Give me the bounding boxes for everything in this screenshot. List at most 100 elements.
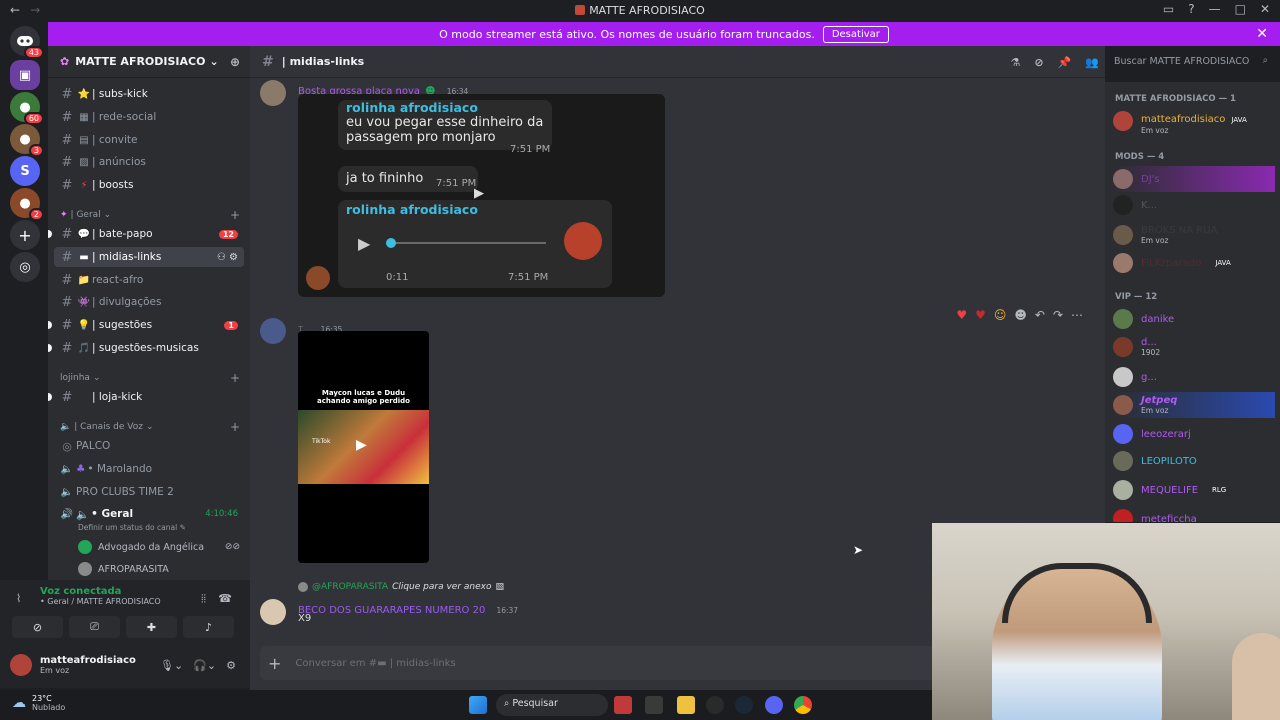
member-item[interactable]: BROKS NA RUA Em voz (1113, 222, 1275, 248)
channel-settings-icon[interactable]: ⚇ ⚙ (217, 252, 238, 263)
task-view-icon[interactable] (645, 696, 663, 714)
play-icon[interactable]: ▶ (474, 186, 484, 201)
channel-loja-kick[interactable]: # | loja-kick (48, 387, 244, 407)
gear-icon[interactable]: ⚙ (226, 659, 236, 672)
channel-subs-kick[interactable]: # ⭐ | subs-kick (54, 84, 244, 104)
close-window-icon[interactable]: ✕ (1260, 2, 1270, 16)
search-input[interactable]: Buscar MATTE AFRODISIACO ⌕ (1108, 52, 1274, 72)
add-server-icon[interactable]: + (10, 220, 40, 250)
current-user[interactable]: matteafrodisiaco Em voz 🎙⌄ 🎧⌄ ⚙ (10, 650, 240, 680)
video-attachment[interactable]: Maycon lucas e Dudu achando amigo perdid… (298, 331, 429, 563)
voice-user[interactable]: AFROPARASITA (78, 562, 240, 576)
voice-channel-marolando[interactable]: 🔈 ♣ • Marolando (54, 459, 244, 479)
inbox-icon[interactable]: ▭ (1163, 2, 1174, 16)
voice-channel-palco[interactable]: ◎ PALCO (54, 436, 244, 456)
message-composer[interactable]: + Conversar em #▬ | midias-links (260, 646, 940, 680)
close-banner-icon[interactable]: ✕ (1256, 26, 1268, 42)
server-header[interactable]: ✿ MATTE AFRODISIACO ⌄ ⊕ (48, 46, 250, 78)
message-avatar[interactable] (260, 318, 286, 344)
message-author[interactable]: BECO DOS GUARARAPES NUMERO 20 (298, 605, 485, 616)
channel-boosts[interactable]: # ⚡ | boosts (54, 175, 244, 195)
member-item[interactable]: g... (1113, 364, 1275, 390)
steam-icon[interactable] (735, 696, 753, 714)
channel-status-hint[interactable]: Definir um status do canal ✎ (78, 523, 186, 532)
heart-reaction-icon[interactable]: ♥ (956, 308, 967, 322)
member-item[interactable]: K... (1113, 192, 1275, 218)
taskbar-search[interactable]: ⌕ Pesquisar (496, 694, 608, 716)
laugh-reaction-icon[interactable]: ☺ (994, 308, 1007, 322)
member-item[interactable]: meteficcha (1113, 506, 1275, 522)
member-item[interactable]: DJ's (1113, 166, 1275, 192)
category-geral[interactable]: ✦ | Geral ⌄ + (60, 208, 240, 222)
member-item[interactable]: MEQUELIFE RLG (1113, 477, 1275, 503)
voice-channel-pro-clubs[interactable]: 🔈 PRO CLUBS TIME 2 (54, 482, 244, 502)
voice-channel-geral[interactable]: 🔊 🔈 • Geral 4:10:46 (54, 504, 244, 524)
member-item[interactable]: d... 1902 (1113, 334, 1275, 360)
attach-plus-icon[interactable]: + (268, 654, 281, 673)
windows-start-icon[interactable] (469, 696, 487, 714)
message-avatar[interactable] (260, 80, 286, 106)
add-reaction-icon[interactable]: ☻ (1014, 308, 1027, 322)
members-icon[interactable]: 👥 (1085, 56, 1099, 69)
maximize-icon[interactable]: □ (1235, 2, 1246, 16)
channel-react-afro[interactable]: # 📁 react-afro (54, 270, 244, 290)
threads-icon[interactable]: ⚗ (1011, 56, 1021, 69)
channel-sugestoes[interactable]: # 💡 | sugestões 1 (48, 315, 244, 335)
voice-user[interactable]: Advogado da Angélica ⊘⊘ (78, 540, 240, 554)
soundboard-button[interactable]: ♪ (183, 616, 234, 638)
category-voz[interactable]: 🔈 | Canais de Voz ⌄ + (60, 420, 240, 434)
disable-streamer-button[interactable]: Desativar (822, 25, 889, 43)
server-avatar-3[interactable]: ● 3 (10, 124, 44, 157)
more-options-icon[interactable]: ⋯ (1071, 308, 1083, 322)
help-icon[interactable]: ? (1188, 2, 1194, 16)
channel-divulgacoes[interactable]: # 👾 | divulgações (54, 292, 244, 312)
channel-midias-links[interactable]: # ▬ | midias-links ⚇ ⚙ (54, 247, 244, 267)
server-avatar-s[interactable]: S (10, 156, 40, 186)
chrome-icon[interactable] (794, 696, 812, 714)
add-channel-icon[interactable]: + (230, 420, 240, 434)
category-lojinha[interactable]: lojinha ⌄ + (60, 371, 240, 385)
activities-button[interactable]: ✚ (126, 616, 177, 638)
server-avatar-5[interactable]: ● 2 (10, 188, 44, 221)
add-channel-icon[interactable]: + (230, 208, 240, 222)
member-item[interactable]: LEOPILOTO (1113, 448, 1275, 474)
member-item[interactable]: matteafrodisiaco JAVA Em voz (1113, 108, 1275, 135)
server-avatar-2[interactable]: ● 60 (10, 92, 44, 125)
explore-icon[interactable]: ◎ (10, 252, 40, 282)
channel-rede-social[interactable]: # ▦ | rede-social (54, 107, 244, 127)
add-member-icon[interactable]: ⊕ (230, 55, 240, 69)
channel-sugestoes-musicas[interactable]: # 🎵 | sugestões-musicas (48, 338, 244, 358)
audio-play-icon[interactable]: ▶ (358, 234, 370, 253)
member-item[interactable]: danike (1113, 306, 1275, 332)
camera-button[interactable]: ⊘ (12, 616, 63, 638)
direct-messages-icon[interactable]: 43 (10, 26, 44, 59)
play-icon[interactable]: ▶ (356, 437, 367, 453)
minimize-icon[interactable]: — (1209, 2, 1221, 16)
microphone-icon[interactable]: 🎙⌄ (160, 659, 183, 672)
member-item[interactable]: leeozerarj (1113, 421, 1275, 447)
disconnect-icon[interactable]: ☎ (218, 592, 232, 605)
signal-icon[interactable]: ⌇ (16, 592, 21, 605)
server-avatar-matte[interactable]: ▣ (10, 60, 40, 90)
message-avatar[interactable] (260, 599, 286, 625)
screen-share-button[interactable]: ⎚ (69, 616, 120, 638)
member-item[interactable]: FiLKzparado JAVA (1113, 250, 1275, 276)
mute-icon[interactable]: ⊘ (1034, 56, 1043, 69)
channel-convite[interactable]: # ▤ | convite (54, 130, 244, 150)
weather-widget[interactable]: ☁ 23°C Nublado (12, 694, 65, 712)
add-channel-icon[interactable]: + (230, 371, 240, 385)
file-explorer-icon[interactable] (677, 696, 695, 714)
discord-icon[interactable] (765, 696, 783, 714)
reply-reference[interactable]: @AFROPARASITA Clique para ver anexo ▧ (298, 582, 504, 592)
channel-bate-papo[interactable]: # 💬 | bate-papo 12 (48, 224, 244, 244)
headphones-icon[interactable]: 🎧⌄ (193, 659, 216, 672)
member-item[interactable]: Jetpeq Em voz (1113, 392, 1275, 418)
taskbar-app-icon[interactable] (614, 696, 632, 714)
image-attachment[interactable]: rolinha afrodisiaco eu vou pegar esse di… (298, 94, 665, 297)
channel-anuncios[interactable]: # ▨ | anúncios (54, 152, 244, 172)
forward-icon[interactable]: ↷ (1053, 308, 1063, 322)
pin-icon[interactable]: 📌 (1058, 56, 1072, 69)
heart-reaction-icon[interactable]: ♥ (975, 308, 986, 322)
soundboard-icon[interactable]: ⦙⦙ (201, 592, 206, 606)
reply-icon[interactable]: ↶ (1035, 308, 1045, 322)
